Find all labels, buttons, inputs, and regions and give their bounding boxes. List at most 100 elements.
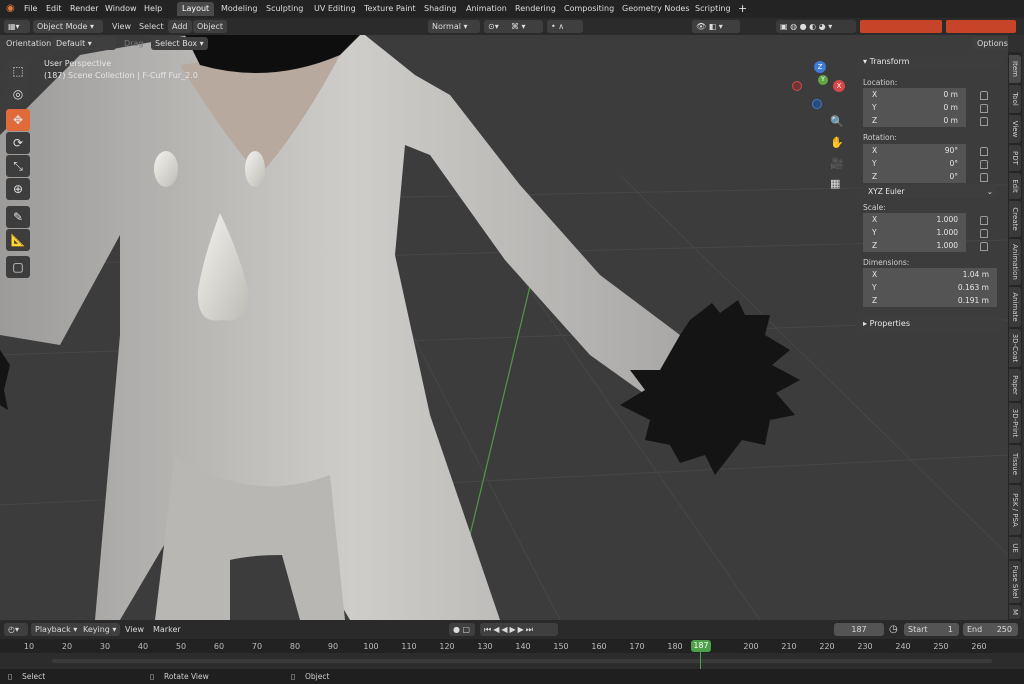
transform-pivot-select[interactable]: Normal ▾ — [428, 20, 480, 33]
playback-controls-icon[interactable]: ⏮◀◀▶▶⏭ — [480, 623, 558, 636]
timeline-editor-icon[interactable]: ◴▾ — [4, 623, 28, 636]
view-menu[interactable]: View — [112, 22, 131, 31]
sidebar-tab-paper[interactable]: Paper — [1009, 369, 1021, 401]
gizmo-z-icon[interactable]: Z — [814, 61, 826, 73]
add-cube-tool-icon[interactable]: ▢ — [6, 256, 30, 278]
tab-uv-editing[interactable]: UV Editing — [314, 4, 356, 13]
tab-shading[interactable]: Shading — [424, 4, 457, 13]
sidebar-tab-pdt[interactable]: PDT — [1009, 145, 1021, 171]
lock-icon[interactable] — [980, 216, 988, 225]
marker-menu[interactable]: Marker — [153, 625, 181, 634]
sidebar-tab-animate[interactable]: Animate — [1009, 287, 1021, 327]
ortho-grid-icon[interactable]: ▦ — [830, 177, 840, 190]
lock-icon[interactable] — [980, 173, 988, 182]
lock-icon[interactable] — [980, 147, 988, 156]
scale-x-field[interactable]: X 1.000 — [863, 213, 966, 226]
scale-y-field[interactable]: Y 1.000 — [863, 226, 966, 239]
lock-icon[interactable] — [980, 229, 988, 238]
sidebar-tab-ue[interactable]: UE — [1009, 537, 1021, 559]
navigation-gizmo[interactable]: Z X Y — [788, 57, 848, 117]
move-tool-icon[interactable]: ✥ — [6, 109, 30, 131]
gizmo-neg-x-icon[interactable] — [792, 81, 802, 91]
rotation-x-field[interactable]: X 90° — [863, 144, 966, 157]
location-y-field[interactable]: Y 0 m — [863, 101, 966, 114]
annotate-tool-icon[interactable]: ✎ — [6, 206, 30, 228]
menu-file[interactable]: File — [24, 4, 37, 13]
gizmo-neg-z-icon[interactable] — [812, 99, 822, 109]
record-icon[interactable]: ● ▢ — [449, 623, 475, 636]
coat-mesh[interactable] — [0, 35, 705, 620]
playback-menu[interactable]: Playback ▾ — [31, 623, 82, 636]
snapping-icon[interactable]: ⌘ ▾ — [507, 20, 543, 33]
scale-z-field[interactable]: Z 1.000 — [863, 239, 966, 252]
location-z-field[interactable]: Z 0 m — [863, 114, 966, 127]
shading-mode-icons[interactable]: ▣ ◍ ● ◐ ◕ ▾ — [776, 20, 856, 33]
properties-header[interactable]: ▸ Properties — [857, 317, 1003, 331]
gizmo-toggles-icon[interactable] — [946, 20, 1016, 33]
tab-scripting[interactable]: Scripting — [695, 4, 731, 13]
pan-hand-icon[interactable]: ✋ — [830, 136, 844, 149]
sidebar-tab-edit[interactable]: Edit — [1009, 173, 1021, 199]
lock-icon[interactable] — [980, 242, 988, 251]
transform-header[interactable]: ▾ Transform — [857, 55, 1003, 69]
dimensions-x-field[interactable]: X 1.04 m — [863, 268, 997, 281]
overlay-toggles-icon[interactable] — [860, 20, 942, 33]
rotation-y-field[interactable]: Y 0° — [863, 157, 966, 170]
proportional-edit-icon[interactable]: • ∧ — [547, 20, 583, 33]
end-frame-field[interactable]: End 250 — [963, 623, 1018, 636]
sidebar-tab-create[interactable]: Create — [1009, 201, 1021, 237]
cursor-tool-icon[interactable]: ◎ — [6, 83, 30, 105]
lock-icon[interactable] — [980, 91, 988, 100]
rotation-mode-select[interactable]: XYZ Euler ⌄ — [863, 185, 997, 198]
sidebar-tab-item[interactable]: Item — [1009, 55, 1021, 83]
timeline-scrollbar[interactable] — [52, 659, 992, 663]
lock-icon[interactable] — [980, 104, 988, 113]
tab-texture-paint[interactable]: Texture Paint — [364, 4, 416, 13]
sidebar-tab-view[interactable]: View — [1009, 115, 1021, 143]
select-box-tool-icon[interactable]: ⬚ — [6, 60, 30, 82]
tab-animation[interactable]: Animation — [466, 4, 507, 13]
tab-compositing[interactable]: Compositing — [564, 4, 614, 13]
dimensions-z-field[interactable]: Z 0.191 m — [863, 294, 997, 307]
sidebar-tab-psk-psa[interactable]: PSK / PSA — [1009, 485, 1021, 535]
start-frame-field[interactable]: Start 1 — [904, 623, 959, 636]
drag-select[interactable]: Select Box ▾ — [151, 37, 208, 50]
tab-modeling[interactable]: Modeling — [221, 4, 257, 13]
measure-tool-icon[interactable]: 📐 — [6, 229, 30, 251]
add-menu[interactable]: Add — [168, 20, 192, 33]
gizmo-y-icon[interactable]: Y — [818, 75, 828, 85]
tab-sculpting[interactable]: Sculpting — [266, 4, 303, 13]
scale-tool-icon[interactable]: ⤡ — [6, 155, 30, 177]
gizmo-x-icon[interactable]: X — [833, 80, 845, 92]
tab-geometry-nodes[interactable]: Geometry Nodes — [622, 4, 689, 13]
editor-type-icon[interactable]: ▦▾ — [4, 20, 30, 33]
mode-select[interactable]: Object Mode ▾ — [33, 20, 103, 33]
blender-logo-icon[interactable]: ◉ — [6, 3, 15, 14]
current-frame-field[interactable]: 187 — [834, 623, 884, 636]
rotate-tool-icon[interactable]: ⟳ — [6, 132, 30, 154]
menu-edit[interactable]: Edit — [46, 4, 62, 13]
transform-tool-icon[interactable]: ⊕ — [6, 178, 30, 200]
orientation-select[interactable]: Default ▾ — [52, 37, 116, 50]
sidebar-tab-3d-coat[interactable]: 3D-Coat — [1009, 329, 1021, 367]
current-frame-marker[interactable]: 187 — [691, 640, 711, 652]
rotation-z-field[interactable]: Z 0° — [863, 170, 966, 183]
sidebar-tab-m[interactable]: M — [1009, 605, 1021, 619]
lock-icon[interactable] — [980, 117, 988, 126]
sidebar-tab-fuse-skel[interactable]: Fuse Skel — [1009, 561, 1021, 603]
clock-icon[interactable]: ◷ — [889, 624, 898, 635]
timeline-ruler[interactable]: 10 20 30 40 50 60 70 80 90 100 110 120 1… — [0, 639, 1024, 669]
sidebar-tab-animation[interactable]: Animation — [1009, 239, 1021, 285]
add-workspace-icon[interactable]: + — [738, 2, 747, 15]
tab-rendering[interactable]: Rendering — [515, 4, 556, 13]
menu-render[interactable]: Render — [70, 4, 98, 13]
sidebar-tab-3d-print[interactable]: 3D-Print — [1009, 403, 1021, 443]
select-menu[interactable]: Select — [139, 22, 164, 31]
timeline-view-menu[interactable]: View — [125, 625, 144, 634]
lock-icon[interactable] — [980, 160, 988, 169]
keying-menu[interactable]: Keying ▾ — [79, 623, 121, 636]
location-x-field[interactable]: X 0 m — [863, 88, 966, 101]
dimensions-y-field[interactable]: Y 0.163 m — [863, 281, 997, 294]
options-button[interactable]: Options ▾ — [973, 37, 1008, 50]
visibility-icon[interactable]: 👁 ◧ ▾ — [692, 20, 740, 33]
